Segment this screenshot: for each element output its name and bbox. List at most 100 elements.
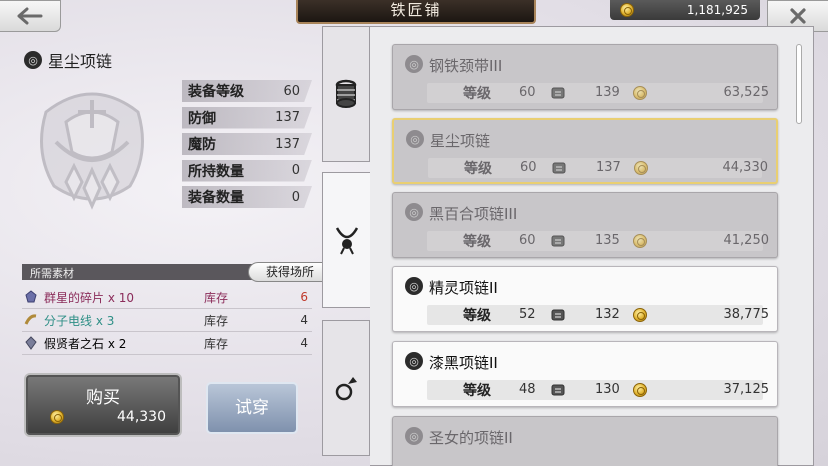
list-item-name: 钢铁颈带III [429,57,503,75]
stat-defense: 防御 137 [182,106,312,129]
stat-label: 装备数量 [188,190,244,206]
defense-value: 139 [595,85,620,100]
gold-coin-icon [633,308,647,322]
defense-value: 135 [595,233,620,248]
ring-icon [335,377,357,401]
stat-owned-count: 所持数量 0 [182,159,312,182]
shield-icon [551,87,565,99]
list-item-name: 漆黑项链II [429,354,498,372]
buy-button[interactable]: 购买 44,330 [24,373,182,437]
list-item[interactable]: ◎ 钢铁颈带III 等级 60 139 63,525 [392,44,778,110]
price-value: 38,775 [723,307,770,322]
list-item[interactable]: ◎ 圣女的项链II [392,416,778,466]
back-arrow-icon [17,7,43,25]
level-value: 60 [519,85,536,100]
price-value: 44,330 [722,160,769,175]
necklace-icon [335,227,358,255]
gold-coin-icon [633,383,647,397]
list-item-name: 黑百合项链III [429,205,518,223]
tab-armband[interactable] [322,26,370,162]
stat-equipped-count: 装备数量 0 [182,186,312,208]
stat-label: 防御 [188,110,216,127]
necklace-badge-icon: ◎ [24,51,42,69]
gold-coin-icon [634,161,648,175]
material-count: 4 [300,336,308,350]
star-shard-icon [25,290,37,303]
stat-label: 魔防 [188,137,216,153]
close-icon [790,8,806,24]
defense-value: 130 [595,382,620,397]
list-scrollbar[interactable] [796,44,802,124]
source-location-button[interactable]: 获得场所 [248,262,332,282]
back-button[interactable] [0,0,61,32]
item-title: ◎ 星尘项链 [24,48,112,72]
gold-amount: 1,181,925 [686,3,748,17]
list-item[interactable]: ◎ 精灵项链II 等级 52 132 38,775 [392,266,778,332]
stat-value: 0 [291,163,300,178]
gold-coin-icon [620,3,634,17]
stat-value: 60 [283,83,300,99]
material-stock-label: 库存 [204,336,229,351]
wire-icon [24,314,37,325]
list-item[interactable]: ◎ 漆黑项链II 等级 48 130 37,125 [392,341,778,407]
gold-coin-icon [633,234,647,248]
gold-coin-icon [633,86,647,100]
buy-label: 购买 [86,388,120,408]
price-value: 41,250 [723,233,770,248]
stat-value: 137 [275,110,300,125]
level-value: 52 [519,307,536,322]
necklace-badge-icon: ◎ [405,352,423,370]
stat-equip-level: 装备等级 60 [182,80,312,102]
necklace-badge-icon: ◎ [405,277,423,295]
shield-icon [551,309,565,321]
level-label: 等级 [463,234,491,250]
material-count: 4 [300,313,308,327]
list-item[interactable]: ◎ 黑百合项链III 等级 60 135 41,250 [392,192,778,258]
material-row[interactable]: 假贤者之石 x 2 库存 4 [22,332,312,355]
level-label: 等级 [463,308,491,324]
list-item-name: 圣女的项链II [429,429,513,447]
materials-header: 所需素材 获得场所 [22,262,332,282]
stats-panel: 装备等级 60 防御 137 魔防 137 所持数量 0 装备数量 0 [182,80,312,213]
materials-list: 群星的碎片 x 10 库存 6 分子电线 x 3 库存 4 假贤者之石 x 2 … [22,286,312,355]
tab-necklace[interactable] [322,172,370,308]
stat-magic-defense: 魔防 137 [182,133,312,155]
buy-price-value: 44,330 [117,409,166,425]
window-title: 铁匠铺 [296,0,536,24]
material-stock-label: 库存 [204,290,229,305]
material-row[interactable]: 群星的碎片 x 10 库存 6 [22,286,312,309]
gold-coin-icon [50,410,64,424]
stone-icon [25,336,37,350]
necklace-badge-icon: ◎ [405,427,423,445]
level-label: 等级 [463,86,491,102]
level-value: 60 [520,160,537,175]
list-item-selected[interactable]: ◎ 星尘项链 等级 60 137 44,330 [392,118,778,184]
stat-label: 装备等级 [188,84,244,100]
price-value: 63,525 [723,85,770,100]
necklace-emblem-icon [40,92,144,210]
tab-ring[interactable] [322,320,370,456]
defense-value: 132 [595,307,620,322]
materials-header-label: 所需素材 [30,267,74,280]
material-name: 群星的碎片 x 10 [44,290,135,305]
price-value: 37,125 [723,382,770,397]
stat-label: 所持数量 [188,163,244,180]
material-name: 分子电线 x 3 [44,313,115,328]
shield-icon [551,384,565,396]
level-label: 等级 [463,383,491,399]
material-stock-label: 库存 [204,313,229,328]
material-count: 6 [300,290,308,304]
defense-value: 137 [596,160,621,175]
necklace-badge-icon: ◎ [406,130,424,148]
shield-icon [552,162,566,174]
list-item-name: 精灵项链II [429,279,498,297]
armband-icon [335,79,357,108]
category-tabs [322,26,370,466]
material-name: 假贤者之石 x 2 [44,336,127,351]
buy-price: 44,330 [50,409,166,425]
item-name: 星尘项链 [48,52,113,71]
gold-display: 1,181,925 [610,0,760,20]
try-on-button[interactable]: 试穿 [206,382,298,434]
material-row[interactable]: 分子电线 x 3 库存 4 [22,309,312,332]
necklace-badge-icon: ◎ [405,55,423,73]
